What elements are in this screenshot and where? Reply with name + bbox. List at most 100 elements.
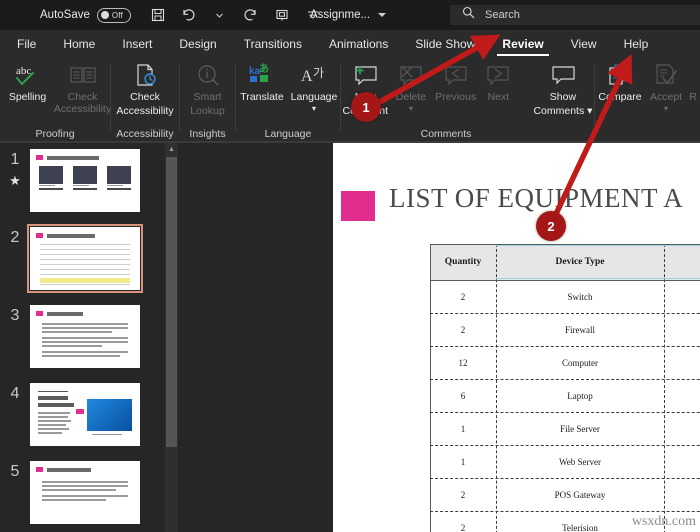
thumbnail-number-4: 4 bbox=[10, 385, 20, 402]
tab-file[interactable]: File bbox=[10, 30, 43, 58]
thumbnail-image-4[interactable] bbox=[30, 383, 140, 446]
cell-quantity: 1 bbox=[460, 423, 466, 434]
thesaurus-button[interactable]: Check Accessibility bbox=[54, 58, 111, 122]
thumbnail-image-2[interactable] bbox=[27, 224, 143, 293]
bookmark-star-icon: ★ bbox=[9, 173, 21, 188]
group-label-proofing: Proofing bbox=[35, 128, 75, 140]
accept-dropdown-icon[interactable]: ▾ bbox=[664, 104, 668, 112]
cell-quantity: 12 bbox=[458, 357, 468, 368]
compare-icon bbox=[605, 62, 635, 90]
delete-dropdown-icon[interactable]: ▾ bbox=[409, 104, 413, 112]
thumbnail-slide-1[interactable]: 1 ★ bbox=[0, 149, 165, 212]
table-row-divider bbox=[430, 478, 700, 479]
redo-icon[interactable] bbox=[242, 6, 260, 24]
thumbnail-slide-2[interactable]: 2 bbox=[0, 224, 165, 293]
document-title-text: Assignme... bbox=[310, 9, 371, 21]
scrollbar-thumb[interactable] bbox=[166, 157, 177, 447]
previous-comment-label: Previous bbox=[435, 91, 477, 103]
search-placeholder: Search bbox=[485, 9, 520, 21]
thumbnail-slide-5[interactable]: 5 bbox=[0, 461, 165, 524]
table-row[interactable]: 2 POS Gateway bbox=[430, 478, 700, 511]
table-header-accent bbox=[496, 245, 700, 246]
compare-button[interactable]: Compare bbox=[595, 58, 645, 122]
delete-comment-button[interactable]: Delete ▾ bbox=[390, 58, 433, 122]
previous-comment-button[interactable]: Previous bbox=[432, 58, 479, 122]
svg-text:abc: abc bbox=[16, 65, 31, 77]
watermark: wsxdn.com bbox=[631, 514, 696, 529]
reject-button[interactable]: R bbox=[687, 58, 699, 122]
cell-third bbox=[664, 379, 700, 412]
pane-gutter bbox=[178, 143, 333, 532]
table-row[interactable]: 2 Firewall bbox=[430, 313, 700, 346]
autosave-switch[interactable]: Off bbox=[96, 7, 131, 23]
table-row[interactable]: 6 Laptop bbox=[430, 379, 700, 412]
thumbnail-slide-4[interactable]: 4 bbox=[0, 383, 165, 446]
ribbon-group-insights: Smart Lookup Insights bbox=[180, 58, 235, 142]
work-area: 1 ★ 2 3 4 5 ▲ LIST OF EQUIPMENT A Quanti… bbox=[0, 143, 700, 532]
tab-transitions[interactable]: Transitions bbox=[237, 30, 309, 58]
thumbnail-image-1[interactable] bbox=[30, 149, 140, 212]
tab-view[interactable]: View bbox=[564, 30, 604, 58]
slide-canvas[interactable]: LIST OF EQUIPMENT A Quantity Device Type… bbox=[333, 143, 700, 532]
slide-thumbnail-pane[interactable]: 1 ★ 2 3 4 5 bbox=[0, 143, 165, 532]
document-title[interactable]: Assignme... bbox=[310, 0, 387, 30]
cell-quantity: 2 bbox=[460, 522, 466, 532]
tab-design[interactable]: Design bbox=[172, 30, 223, 58]
reject-label: R bbox=[689, 91, 697, 103]
table-border-left bbox=[430, 244, 431, 532]
cell-quantity: 1 bbox=[460, 456, 466, 467]
cell-device: File Server bbox=[560, 423, 600, 434]
thumbnail-scrollbar[interactable]: ▲ bbox=[165, 143, 178, 532]
new-comment-icon bbox=[350, 62, 380, 90]
autosave-toggle[interactable]: AutoSave Off bbox=[40, 7, 131, 23]
smart-lookup-label-line1: Smart bbox=[193, 91, 222, 103]
undo-dropdown-icon[interactable] bbox=[211, 6, 229, 24]
translate-label: Translate bbox=[240, 91, 284, 103]
search-input[interactable]: Search bbox=[450, 5, 700, 25]
tab-review[interactable]: Review bbox=[495, 30, 550, 58]
cell-device: Computer bbox=[562, 357, 598, 368]
language-button[interactable]: A가 Language ▾ bbox=[288, 58, 340, 122]
translate-button[interactable]: ka あ Translate bbox=[236, 58, 288, 122]
slide-title[interactable]: LIST OF EQUIPMENT A bbox=[389, 183, 683, 214]
tab-slide-show[interactable]: Slide Show bbox=[408, 30, 482, 58]
header-third-column bbox=[664, 244, 700, 280]
accept-label: Accept bbox=[649, 91, 683, 103]
table-row[interactable]: 2 Switch bbox=[430, 280, 700, 313]
scroll-up-icon[interactable]: ▲ bbox=[165, 143, 178, 156]
table-row-divider bbox=[430, 511, 700, 512]
undo-icon[interactable] bbox=[180, 6, 198, 24]
thumbnail-number-2: 2 bbox=[10, 229, 20, 246]
annotation-marker-2: 2 bbox=[536, 211, 566, 241]
thumbnail-number-1: 1 ★ bbox=[0, 149, 30, 212]
spelling-button[interactable]: abc Spelling bbox=[0, 58, 55, 122]
thumbnail-slide-3[interactable]: 3 bbox=[0, 305, 165, 368]
language-icon: A가 bbox=[300, 62, 328, 90]
save-icon[interactable] bbox=[149, 6, 167, 24]
tab-home[interactable]: Home bbox=[56, 30, 102, 58]
accept-button[interactable]: Accept ▾ bbox=[645, 58, 687, 122]
table-row[interactable]: 1 Web Server bbox=[430, 445, 700, 478]
present-icon[interactable] bbox=[273, 6, 291, 24]
tab-insert[interactable]: Insert bbox=[115, 30, 159, 58]
table-row[interactable]: 12 Computer bbox=[430, 346, 700, 379]
thumbnail-image-3[interactable] bbox=[30, 305, 140, 368]
autosave-label: AutoSave bbox=[40, 9, 90, 21]
smart-lookup-button[interactable]: Smart Lookup bbox=[180, 58, 235, 122]
thumbnail-image-5[interactable] bbox=[30, 461, 140, 524]
table-row[interactable]: 1 File Server bbox=[430, 412, 700, 445]
tab-animations[interactable]: Animations bbox=[322, 30, 395, 58]
next-comment-button[interactable]: Next bbox=[479, 58, 518, 122]
ribbon-group-compare: Compare Accept ▾ R bbox=[595, 58, 700, 142]
tab-help[interactable]: Help bbox=[617, 30, 656, 58]
group-label-accessibility: Accessibility bbox=[116, 128, 174, 140]
equipment-table[interactable]: Quantity Device Type 2 Switch 2 Firewall… bbox=[430, 244, 700, 532]
cell-quantity: 2 bbox=[460, 489, 466, 500]
chevron-down-icon[interactable] bbox=[378, 13, 387, 17]
show-comments-icon bbox=[548, 62, 578, 90]
table-row-divider bbox=[430, 445, 700, 446]
cell-third bbox=[664, 445, 700, 478]
language-dropdown-icon[interactable]: ▾ bbox=[312, 104, 316, 112]
check-accessibility-button[interactable]: Check Accessibility Check Accessibility bbox=[112, 58, 178, 122]
show-comments-button[interactable]: Show Comments ▾ bbox=[532, 58, 594, 122]
